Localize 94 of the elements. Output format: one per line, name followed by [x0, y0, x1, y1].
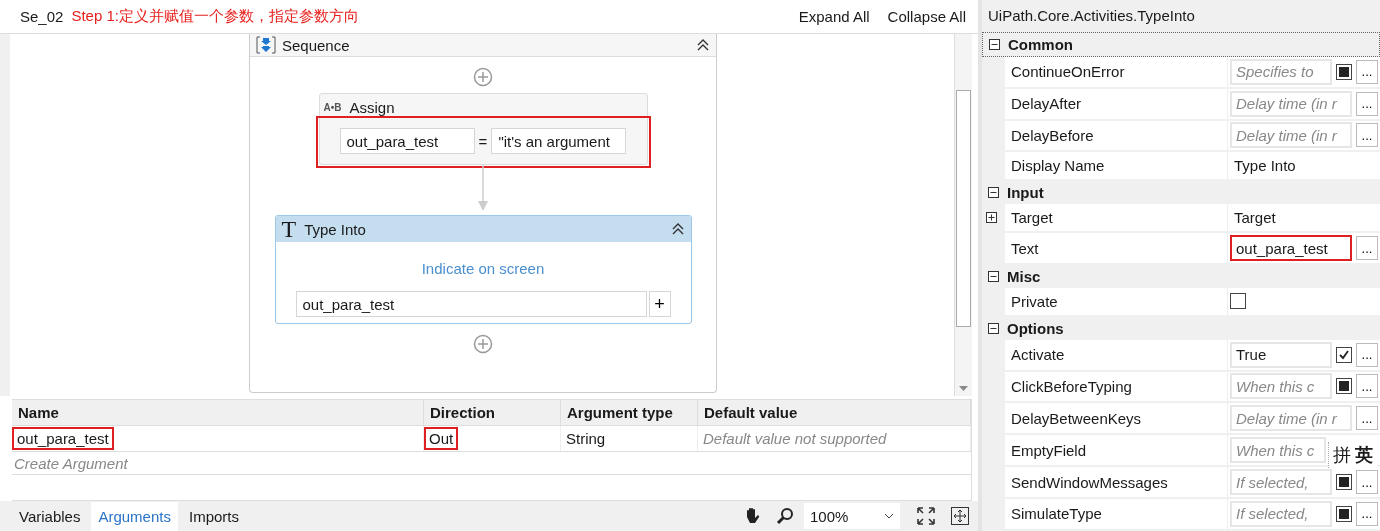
sequence-icon: [256, 35, 276, 55]
property-field[interactable]: If selected,: [1230, 469, 1332, 496]
checkbox[interactable]: [1336, 346, 1352, 363]
table-cell-text: Default value not supported: [702, 429, 888, 448]
create-argument-row[interactable]: Create Argument: [14, 454, 128, 472]
input-field[interactable]: "it's an argument: [491, 128, 627, 154]
type-into-icon: T: [281, 215, 297, 243]
ellipsis-button[interactable]: ...: [1356, 236, 1378, 261]
toolbar-link[interactable]: Collapse All: [887, 8, 966, 25]
type-into-activity[interactable]: T Type Into Indicate on screen out_para_test +: [274, 215, 692, 324]
expand-icon[interactable]: [986, 212, 997, 224]
property-name: DelayBetweenKeys: [1011, 409, 1142, 427]
ellipsis-button[interactable]: ...: [1356, 342, 1378, 367]
toolbar-link[interactable]: Expand All: [798, 8, 870, 25]
equals-sign: =: [478, 132, 488, 150]
ellipsis-button[interactable]: ...: [1356, 470, 1378, 495]
column-header[interactable]: Default value: [698, 400, 971, 425]
property-field[interactable]: When this c: [1230, 373, 1332, 400]
category-header[interactable]: Input: [1007, 184, 1044, 202]
property-field[interactable]: Specifies to: [1230, 58, 1332, 85]
collapse-icon[interactable]: [696, 38, 710, 52]
ime-button[interactable]: 英: [1355, 443, 1373, 467]
table-cell-text: String: [565, 429, 607, 448]
property-name: Text: [1011, 239, 1039, 257]
panel-tab[interactable]: Variables: [12, 501, 88, 531]
category-header[interactable]: Common: [1008, 35, 1073, 53]
property-value: Type Into: [1233, 157, 1296, 175]
property-field[interactable]: out_para_test: [1230, 235, 1352, 262]
fit-screen-icon[interactable]: [916, 506, 936, 526]
ellipsis-button[interactable]: ...: [1356, 406, 1378, 431]
ellipsis-button[interactable]: ...: [1356, 91, 1378, 116]
property-field[interactable]: True: [1230, 341, 1332, 368]
collapse-icon[interactable]: [988, 322, 999, 334]
assign-icon: A•B: [323, 101, 342, 113]
table-cell: out_para_test: [14, 429, 112, 448]
property-field[interactable]: When this c: [1230, 437, 1326, 464]
property-field[interactable]: Delay time (in r: [1230, 122, 1352, 149]
scrollbar[interactable]: [954, 34, 972, 396]
indicate-link[interactable]: Indicate on screen: [421, 260, 545, 277]
category-header[interactable]: Misc: [1007, 267, 1041, 285]
property-name: EmptyField: [1011, 441, 1087, 459]
property-name: Activate: [1011, 346, 1065, 364]
property-name: ClickBeforeTyping: [1011, 378, 1132, 395]
property-name: ContinueOnError: [1011, 63, 1125, 81]
collapse-icon[interactable]: [989, 38, 1000, 50]
property-value: Target: [1233, 209, 1276, 227]
property-field[interactable]: Delay time (in r: [1230, 405, 1352, 432]
property-name: SendWindowMessages: [1011, 473, 1168, 491]
search-icon[interactable]: [776, 507, 794, 525]
property-field[interactable]: Delay time (in r: [1230, 90, 1352, 117]
table-cell: Out: [426, 429, 457, 448]
activity-title: Type Into: [304, 220, 366, 238]
category-header[interactable]: Options: [1007, 319, 1064, 337]
checkbox[interactable]: [1336, 63, 1352, 80]
panel-tab[interactable]: Imports: [181, 501, 246, 531]
ellipsis-button[interactable]: ...: [1356, 123, 1378, 148]
property-name: Target: [1011, 209, 1053, 227]
overview-icon[interactable]: [950, 506, 970, 526]
ellipsis-button[interactable]: ...: [1356, 59, 1378, 84]
add-button[interactable]: +: [648, 291, 671, 317]
caret-icon: [884, 513, 894, 519]
property-name: SimulateType: [1011, 505, 1102, 523]
column-header[interactable]: Direction: [424, 400, 561, 425]
column-header[interactable]: Name: [12, 400, 424, 425]
zoom-dropdown[interactable]: 100%: [804, 503, 900, 529]
add-activity-icon[interactable]: [473, 67, 493, 87]
sequence-title: Sequence: [282, 36, 350, 54]
property-name: Private: [1011, 292, 1058, 310]
checkbox[interactable]: [1336, 506, 1352, 522]
checkbox[interactable]: [1336, 378, 1352, 395]
property-name: Display Name: [1011, 157, 1105, 175]
assign-activity[interactable]: A•B Assign out_para_test = "it's an argument: [318, 93, 648, 165]
panel-tab[interactable]: Arguments: [91, 501, 178, 531]
add-activity-icon[interactable]: [473, 334, 493, 354]
collapse-icon[interactable]: [670, 222, 685, 236]
sequence-header[interactable]: Sequence: [250, 34, 716, 57]
workflow-title: Se_02: [20, 8, 64, 25]
ellipsis-button[interactable]: ...: [1356, 502, 1378, 526]
ime-button[interactable]: 拼: [1333, 443, 1351, 467]
collapse-icon[interactable]: [988, 270, 999, 282]
property-name: DelayBefore: [1011, 126, 1094, 144]
property-name: DelayAfter: [1011, 95, 1082, 113]
activity-title: Assign: [349, 98, 395, 116]
input-field[interactable]: out_para_test: [339, 128, 475, 154]
checkbox[interactable]: [1230, 293, 1246, 310]
connector-arrow: [477, 165, 489, 213]
collapse-icon[interactable]: [988, 187, 999, 199]
property-field[interactable]: If selected,: [1230, 501, 1332, 527]
checkbox[interactable]: [1336, 474, 1352, 491]
annotation-text: Step 1:定义并赋值一个参数，指定参数方向: [71, 7, 359, 26]
input-field[interactable]: out_para_test: [295, 291, 647, 317]
ellipsis-button[interactable]: ...: [1356, 374, 1378, 399]
column-header[interactable]: Argument type: [561, 400, 698, 425]
properties-title: UiPath.Core.Activities.TypeInto: [988, 7, 1195, 25]
